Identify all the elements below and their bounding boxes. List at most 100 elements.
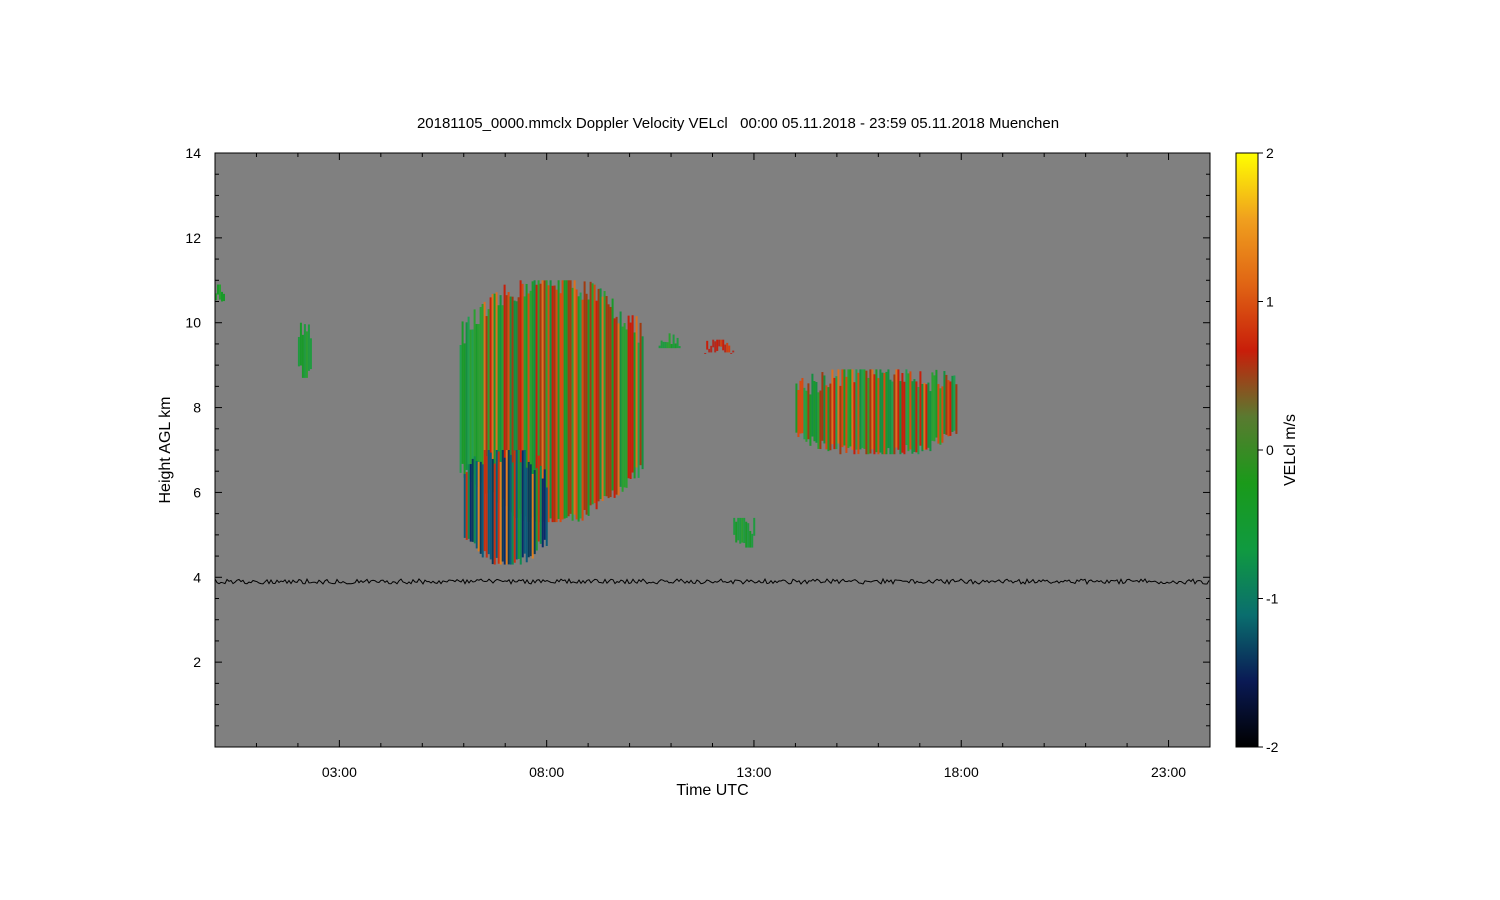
echo-column xyxy=(495,450,498,558)
echo-column xyxy=(463,473,466,538)
y-tick-label: 8 xyxy=(193,400,201,416)
echo-column xyxy=(633,332,636,479)
echo-column xyxy=(751,533,754,548)
echo-column xyxy=(927,382,930,448)
echo-column xyxy=(931,372,934,441)
echo-column xyxy=(535,468,538,551)
x-tick-label: 08:00 xyxy=(529,764,564,780)
echo-column xyxy=(487,450,490,555)
echo-column xyxy=(491,458,494,565)
echo-column xyxy=(839,385,842,455)
echo-column xyxy=(732,350,735,353)
echo-column xyxy=(497,451,500,564)
echo-column xyxy=(859,369,862,450)
echo-column xyxy=(563,280,566,519)
echo-column xyxy=(883,373,886,455)
echo-column xyxy=(297,336,300,367)
echo-column xyxy=(493,463,496,565)
y-tick-label: 4 xyxy=(193,569,201,585)
echo-column xyxy=(891,381,894,455)
echo-column xyxy=(629,322,632,479)
echo-column xyxy=(627,315,630,479)
echo-column xyxy=(905,369,908,446)
echo-column xyxy=(747,523,750,548)
echo-column xyxy=(807,383,810,440)
echo-column xyxy=(865,370,868,455)
echo-column xyxy=(899,381,902,455)
echo-column xyxy=(523,450,526,554)
echo-column xyxy=(579,292,582,519)
echo-column xyxy=(221,291,223,302)
echo-column xyxy=(710,345,713,353)
echo-column xyxy=(525,467,528,563)
echo-column xyxy=(743,517,746,544)
echo-column xyxy=(915,381,918,453)
echo-column xyxy=(801,377,804,434)
y-axis-title: Height AGL km xyxy=(157,396,174,503)
echo-column xyxy=(939,388,942,445)
echo-column xyxy=(660,340,663,349)
echo-column xyxy=(569,280,572,514)
echo-column xyxy=(925,384,928,450)
echo-column xyxy=(521,450,524,558)
echo-column xyxy=(515,450,518,560)
echo-column xyxy=(919,371,922,446)
echo-column xyxy=(704,352,707,354)
echo-column xyxy=(737,517,740,541)
echo-column xyxy=(555,289,558,523)
echo-column xyxy=(753,517,756,536)
echo-column xyxy=(505,450,508,565)
echo-column xyxy=(879,369,882,453)
echo-column xyxy=(299,322,302,366)
echo-column xyxy=(863,369,866,449)
echo-column xyxy=(728,345,731,353)
echo-column xyxy=(714,341,717,353)
echo-column xyxy=(718,339,721,347)
echo-column xyxy=(730,352,733,354)
echo-column xyxy=(459,344,462,473)
echo-column xyxy=(949,381,952,436)
echo-column xyxy=(875,369,878,453)
echo-column xyxy=(825,385,828,450)
colorbar-bar xyxy=(1235,152,1259,748)
echo-column xyxy=(639,322,642,466)
echo-column xyxy=(849,369,852,447)
echo-column xyxy=(499,461,502,565)
echo-column xyxy=(797,389,800,438)
colorbar-tick-label: -1 xyxy=(1266,591,1279,607)
echo-column xyxy=(909,371,912,450)
echo-column xyxy=(811,373,814,437)
echo-column xyxy=(887,369,890,449)
echo-column xyxy=(585,293,588,515)
echo-column xyxy=(853,382,856,455)
echo-column xyxy=(873,374,876,455)
echo-column xyxy=(837,369,840,444)
echo-column xyxy=(219,284,221,300)
echo-column xyxy=(641,336,644,470)
echo-column xyxy=(951,375,954,432)
echo-column xyxy=(827,387,830,452)
echo-column xyxy=(867,377,870,455)
echo-column xyxy=(573,280,576,515)
echo-column xyxy=(623,323,626,488)
echo-column xyxy=(823,375,826,444)
echo-column xyxy=(637,342,640,478)
echo-column xyxy=(885,371,888,455)
echo-column xyxy=(664,341,667,349)
x-tick-label: 03:00 xyxy=(322,764,357,780)
echo-column xyxy=(953,375,956,431)
colorbar-tick-label: 0 xyxy=(1266,442,1274,458)
echo-column xyxy=(553,285,556,523)
colorbar-tick-label: -2 xyxy=(1266,739,1279,755)
echo-column xyxy=(901,373,904,453)
echo-column xyxy=(735,521,738,543)
echo-column xyxy=(541,478,544,548)
colorbar-tick-label: 2 xyxy=(1266,145,1274,161)
echo-column xyxy=(617,323,620,496)
echo-column xyxy=(531,473,534,559)
plot-background xyxy=(215,153,1210,747)
echo-column xyxy=(845,376,848,453)
echo-column xyxy=(835,376,838,450)
echo-column xyxy=(805,390,808,442)
echo-column xyxy=(799,380,802,434)
